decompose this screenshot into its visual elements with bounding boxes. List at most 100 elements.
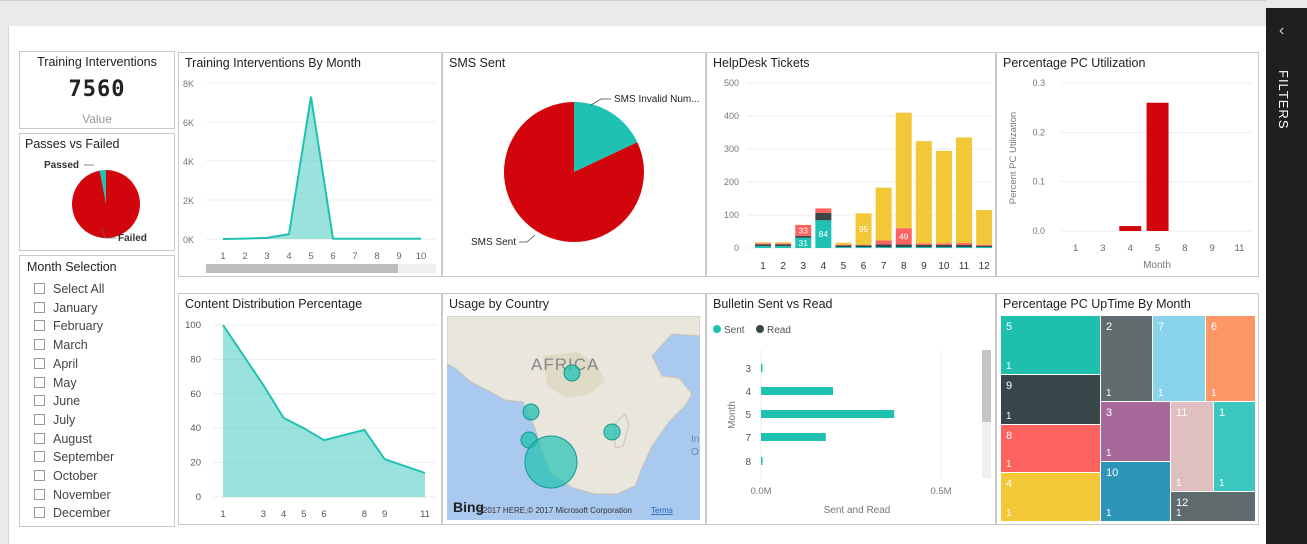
bar-segment[interactable] (956, 137, 973, 244)
bar-segment[interactable] (815, 208, 832, 214)
bar[interactable] (761, 433, 826, 441)
map-terms-link[interactable]: Terms (651, 506, 673, 515)
bar-segment[interactable] (956, 245, 973, 248)
bubble-south-africa[interactable] (524, 435, 578, 489)
bar-segment[interactable] (935, 245, 952, 248)
tile-bulletin-sent-read[interactable]: Bulletin Sent vs Read Sent Read 3 4 5 7 8 0.0M 0… (706, 293, 996, 525)
chevron-left-icon[interactable]: ‹ (1279, 22, 1284, 40)
tile-pc-utilization[interactable]: Percentage PC Utilization 0.0 0.1 0.2 0.3 1 3… (996, 52, 1259, 277)
bar-segment[interactable] (875, 240, 892, 245)
bar-segment[interactable] (956, 243, 973, 246)
bar-segment[interactable] (835, 247, 852, 248)
bar-segment[interactable] (915, 247, 932, 248)
slicer-item[interactable]: November (34, 487, 111, 504)
checkbox[interactable] (34, 320, 45, 332)
bar-segment[interactable] (935, 243, 952, 246)
bar-segment[interactable] (775, 244, 792, 247)
month-selection-slicer[interactable]: Month Selection Select All January Februar… (19, 255, 175, 527)
bar[interactable] (761, 387, 833, 395)
bar-segment[interactable] (755, 246, 772, 248)
filters-label[interactable]: FILTERS (1276, 70, 1291, 130)
treemap-cell[interactable]: 61 (1206, 316, 1255, 401)
bar-segment[interactable] (875, 187, 892, 241)
bar-segment[interactable] (755, 243, 772, 245)
treemap-cell[interactable]: 51 (1001, 316, 1100, 374)
tile-helpdesk-tickets[interactable]: HelpDesk Tickets 0 100 200 300 400 500 1 2 3 4 5 6 7… (706, 52, 996, 277)
bar[interactable] (1119, 226, 1142, 231)
bar[interactable] (761, 410, 895, 418)
bar-segment[interactable] (835, 242, 852, 245)
bar-segment[interactable] (755, 244, 772, 247)
slicer-item[interactable]: Select All (34, 281, 104, 298)
bar-segment[interactable] (875, 247, 892, 248)
slicer-item[interactable]: May (34, 375, 77, 392)
checkbox[interactable] (34, 432, 45, 444)
checkbox[interactable] (34, 339, 45, 351)
uptime-treemap[interactable]: 5 1 2 1 7 1 6 1 9 1 3 1 11 1 1 1 8 1 10 1 4 1 12 1 (1001, 316, 1256, 522)
slicer-item[interactable]: April (34, 356, 78, 373)
bar-segment[interactable] (775, 243, 792, 245)
bubble-southern-africa[interactable] (522, 403, 540, 421)
checkbox[interactable] (34, 413, 45, 425)
card-training-interventions[interactable]: Training Interventions 7560 Value (19, 51, 175, 129)
treemap-cell[interactable]: 11 1 (1171, 402, 1213, 491)
slicer-item[interactable]: December (34, 505, 111, 522)
checkbox[interactable] (34, 376, 45, 388)
bulletin-scroll-thumb[interactable] (982, 350, 991, 422)
slicer-item[interactable]: October (34, 468, 97, 485)
checkbox[interactable] (34, 488, 45, 500)
checkbox[interactable] (34, 507, 45, 519)
legend-read-label[interactable]: Read (767, 325, 791, 336)
tile-passes-vs-failed[interactable]: Passes vs Failed Passed Failed (19, 133, 175, 251)
bubble-east-africa[interactable] (563, 364, 581, 382)
treemap-cell[interactable]: 81 (1001, 425, 1100, 472)
treemap-cell[interactable]: 41 (1001, 473, 1100, 521)
slicer-item[interactable]: July (34, 412, 75, 429)
bar-segment[interactable] (835, 244, 852, 246)
bar-segment[interactable] (915, 245, 932, 248)
bar-segment[interactable] (915, 243, 932, 246)
bar-segment[interactable] (775, 242, 792, 244)
bar-segment[interactable] (855, 245, 872, 248)
tile-sms-sent[interactable]: SMS Sent SMS Invalid Num... SMS Sent (442, 52, 706, 277)
treemap-cell[interactable]: 11 (1214, 402, 1255, 491)
usage-map[interactable]: AFRICA In O Bing ©2017 HERE,© 2017 Micro… (447, 316, 700, 520)
bar-segment[interactable] (895, 247, 912, 248)
bar-segment[interactable] (956, 247, 973, 248)
bar[interactable] (1146, 102, 1169, 231)
checkbox[interactable] (34, 395, 45, 407)
bar-segment[interactable] (755, 242, 772, 244)
slicer-item[interactable]: September (34, 449, 114, 466)
bar-segment[interactable] (855, 247, 872, 248)
checkbox[interactable] (34, 470, 45, 481)
legend-sent-marker[interactable] (713, 325, 721, 333)
checkbox[interactable] (34, 451, 45, 463)
bar-segment[interactable] (976, 244, 993, 246)
tile-content-distribution[interactable]: Content Distribution Percentage 0 20 40 60 8… (178, 293, 442, 525)
filters-pane[interactable]: ‹ FILTERS (1266, 8, 1307, 544)
tile-training-by-month[interactable]: Training Interventions By Month 0K 2K 4K 6K… (178, 52, 442, 277)
bar-segment[interactable] (915, 141, 932, 244)
bar[interactable] (761, 457, 763, 465)
bar-segment[interactable] (976, 245, 993, 248)
slicer-item[interactable]: March (34, 337, 88, 354)
bubble-madagascar[interactable] (603, 423, 621, 441)
checkbox[interactable] (34, 283, 45, 294)
treemap-cell[interactable]: 12 1 (1171, 492, 1255, 521)
bar-segment[interactable] (875, 244, 892, 248)
bar[interactable] (761, 364, 763, 372)
bar-segment[interactable] (976, 247, 993, 248)
bar-segment[interactable] (935, 247, 952, 248)
tile-pc-uptime[interactable]: Percentage PC UpTime By Month 5121716191… (996, 293, 1259, 525)
treemap-cell[interactable]: 71 (1153, 316, 1205, 401)
bar-segment[interactable] (895, 112, 912, 229)
map-canvas[interactable]: AFRICA In O Bing ©2017 HERE,© 2017 Micro… (447, 316, 700, 520)
scrollbar-thumb[interactable] (206, 264, 398, 273)
slicer-item[interactable]: January (34, 300, 97, 317)
bar-segment[interactable] (895, 244, 912, 248)
legend-sent-label[interactable]: Sent (724, 325, 745, 336)
checkbox[interactable] (34, 357, 45, 369)
checkbox[interactable] (34, 301, 45, 313)
slicer-item[interactable]: August (34, 431, 92, 448)
treemap-cell[interactable]: 31 (1101, 402, 1170, 461)
